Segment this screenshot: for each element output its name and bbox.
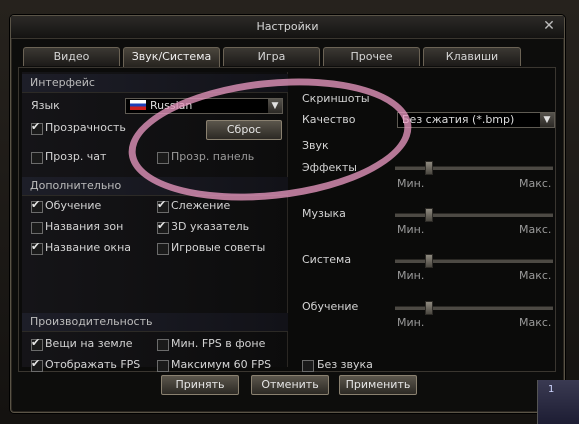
tutorial-label: Обучение [45, 199, 102, 212]
max-60-fps-label: Максимум 60 FPS [171, 358, 272, 371]
window-name-label: Название окна [45, 241, 131, 254]
system-max-label: Макс. [519, 269, 552, 282]
game-tips-label: Игровые советы [171, 241, 266, 254]
tab-sound-system[interactable]: Звук/Система [123, 47, 220, 67]
max-60-fps-checkbox[interactable] [157, 360, 169, 372]
slider-track [395, 213, 553, 217]
slider-track [395, 259, 553, 263]
quality-value: Без сжатия (*.bmp) [402, 113, 515, 126]
tutorial-sound-slider[interactable] [395, 301, 553, 315]
tab-keys[interactable]: Клавиши [423, 47, 521, 66]
slider-thumb[interactable] [425, 254, 433, 268]
tab-video[interactable]: Видео [23, 47, 120, 66]
effects-max-label: Макс. [519, 177, 552, 190]
apply-button[interactable]: Применить [339, 375, 417, 395]
slider-thumb[interactable] [425, 301, 433, 315]
game-tips-checkbox[interactable] [157, 243, 169, 255]
music-slider[interactable] [395, 208, 553, 222]
window-titlebar[interactable]: Настройки ✕ [11, 16, 564, 39]
tracking-checkbox[interactable] [157, 198, 169, 213]
ground-items-checkbox[interactable] [31, 336, 43, 351]
effects-slider[interactable] [395, 161, 553, 175]
language-label: Язык [31, 99, 60, 112]
zone-names-label: Названия зон [45, 220, 124, 233]
min-fps-bg-checkbox[interactable] [157, 339, 169, 351]
slider-track [395, 166, 553, 170]
ground-items-label: Вещи на земле [45, 337, 133, 350]
mute-checkbox[interactable] [302, 360, 314, 372]
system-min-label: Мин. [397, 269, 425, 282]
music-max-label: Макс. [519, 223, 552, 236]
tutorial-sound-label: Обучение [302, 300, 359, 313]
trans-chat-label: Прозр. чат [45, 150, 107, 163]
close-icon[interactable]: ✕ [542, 19, 556, 33]
3d-cursor-checkbox[interactable] [157, 219, 169, 234]
russia-flag-icon [130, 100, 146, 110]
tab-game[interactable]: Игра [223, 47, 320, 66]
window-title: Настройки [256, 20, 319, 33]
tutorial-sound-max-label: Макс. [519, 316, 552, 329]
settings-window: Настройки ✕ Видео Звук/Система Игра Проч… [10, 15, 565, 413]
slider-thumb[interactable] [425, 161, 433, 175]
show-fps-label: Отображать FPS [45, 358, 141, 371]
performance-header: Производительность [22, 313, 288, 332]
effects-min-label: Мин. [397, 177, 425, 190]
music-min-label: Мин. [397, 223, 425, 236]
window-name-checkbox[interactable] [31, 240, 43, 255]
slider-thumb[interactable] [425, 208, 433, 222]
transparency-checkbox[interactable] [31, 120, 43, 135]
music-label: Музыка [302, 207, 346, 220]
system-slider[interactable] [395, 254, 553, 268]
transparency-label: Прозрачность [45, 121, 126, 134]
corner-text: 1 [548, 384, 555, 395]
show-fps-checkbox[interactable] [31, 357, 43, 372]
tutorial-sound-min-label: Мин. [397, 316, 425, 329]
cancel-button[interactable]: Отменить [251, 375, 329, 395]
3d-cursor-label: 3D указатель [171, 220, 250, 233]
chevron-down-icon[interactable]: ▼ [540, 113, 554, 127]
tab-misc[interactable]: Прочее [323, 47, 420, 66]
zone-names-checkbox[interactable] [31, 222, 43, 234]
quality-select[interactable]: Без сжатия (*.bmp) ▼ [397, 112, 555, 128]
trans-chat-checkbox[interactable] [31, 152, 43, 164]
system-label: Система [302, 253, 352, 266]
corner-thumbnail: 1 [537, 380, 579, 424]
min-fps-bg-label: Мин. FPS в фоне [171, 337, 266, 350]
slider-track [395, 306, 553, 310]
accept-button[interactable]: Принять [161, 375, 239, 395]
mute-label: Без звука [317, 358, 373, 371]
tutorial-checkbox[interactable] [31, 198, 43, 213]
tracking-label: Слежение [171, 199, 231, 212]
